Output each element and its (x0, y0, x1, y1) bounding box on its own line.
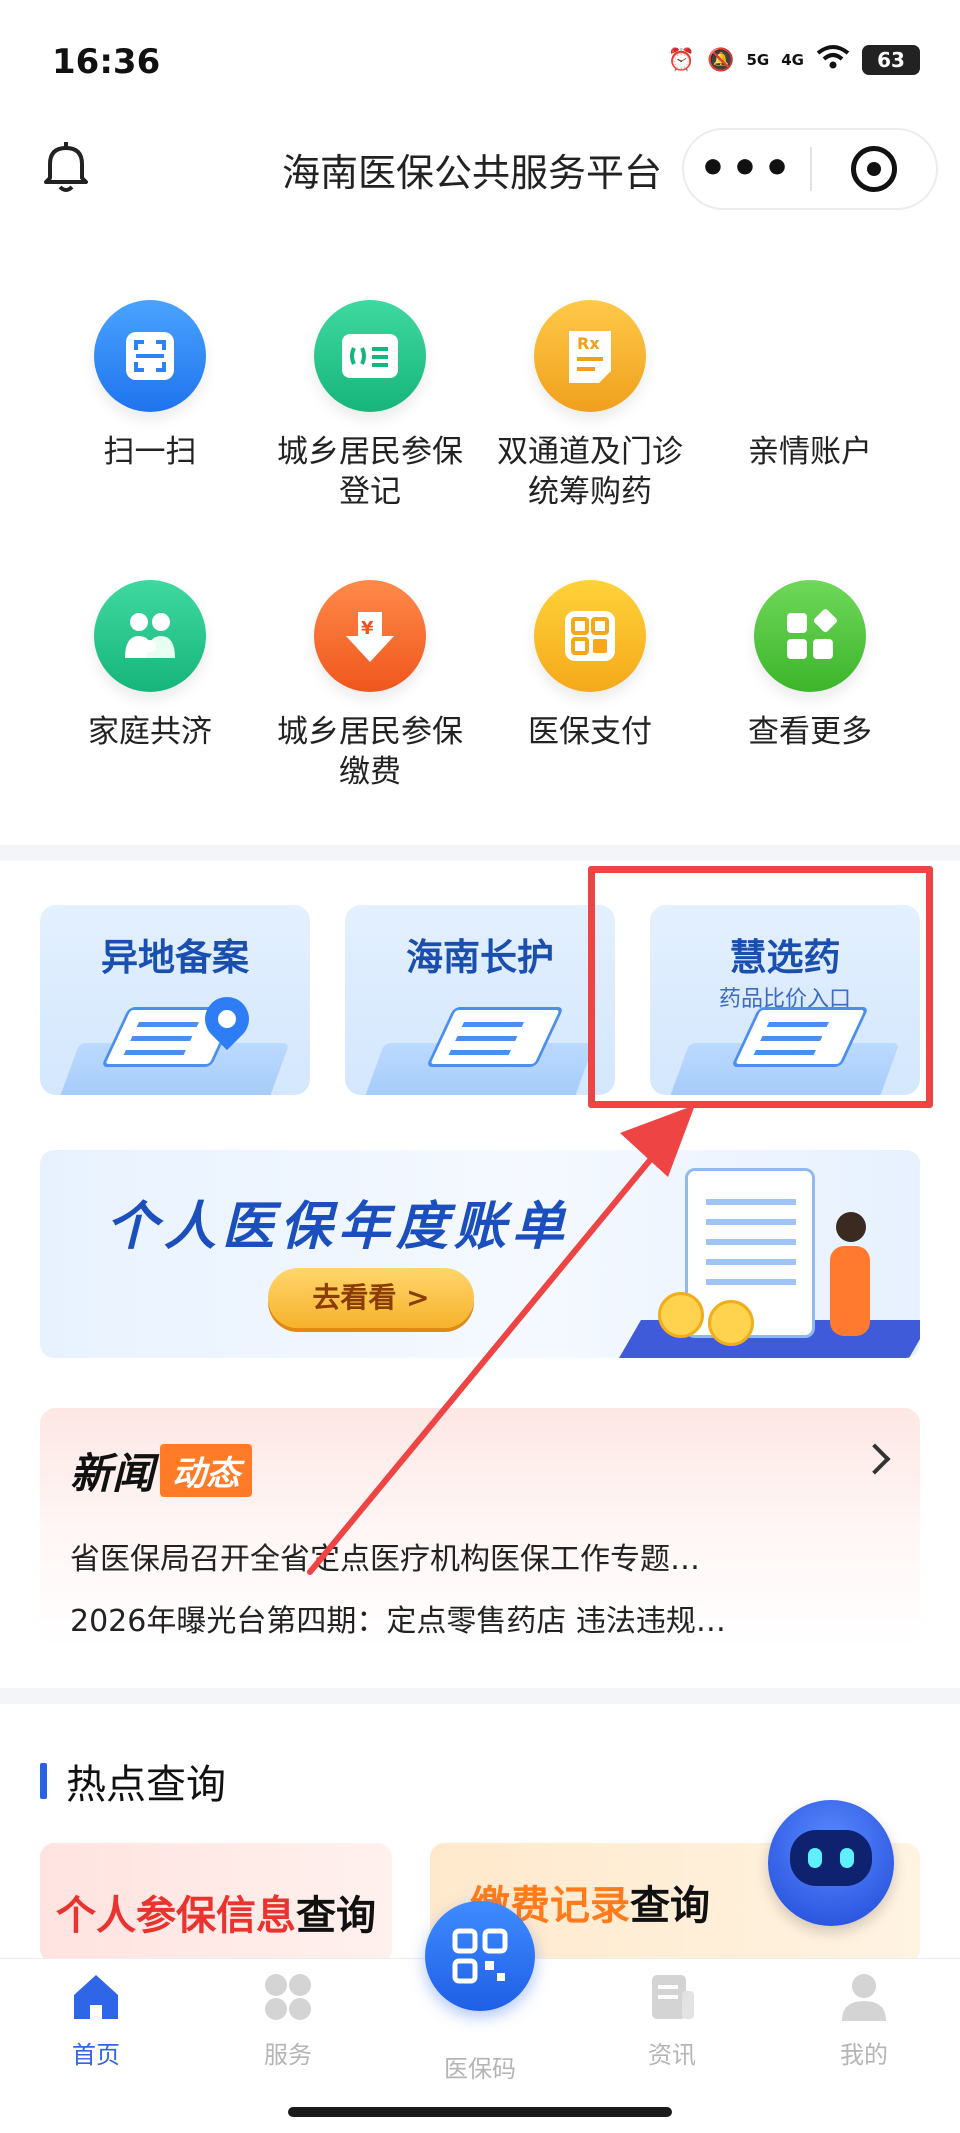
status-icons: ⏰ 🔕 5G 4G 63 (668, 44, 920, 76)
qr-code-icon (452, 1928, 508, 1984)
news-item[interactable]: 2026年曝光台第四期：定点零售药店 违法违规… (70, 1596, 870, 1640)
grid-label-family-mutual-aid: 家庭共济 (88, 714, 212, 750)
grid-label-resident-payment: 城乡居民参保缴费 (277, 714, 463, 790)
services-icon (265, 1974, 311, 2020)
registration-card-icon (314, 300, 426, 412)
coin-icon (658, 1292, 704, 1338)
tab-services[interactable]: 服务 (218, 1971, 358, 2070)
grid-label-medical-pay: 医保支付 (528, 714, 652, 750)
personal-insurance-query-card[interactable]: 个人参保信息查询 (40, 1843, 392, 1963)
grid-item-scan[interactable]: 扫一扫 (40, 300, 260, 580)
grid-item-family-account[interactable]: 亲情账户 (700, 300, 920, 580)
signal-4g-icon: 4G (781, 51, 804, 69)
notification-bell-icon[interactable] (40, 138, 92, 196)
grid-item-family-mutual-aid[interactable]: 家庭共济 (40, 580, 260, 860)
status-bar: 16:36 ⏰ 🔕 5G 4G 63 (0, 0, 960, 120)
grid-item-resident-payment[interactable]: ¥ 城乡居民参保缴费 (260, 580, 480, 860)
svg-text:¥: ¥ (361, 618, 374, 639)
tab-label-qr: 医保码 (444, 2055, 516, 2083)
news-icon (652, 1975, 694, 2019)
grid-label-dual-channel-drugs: 双通道及门诊统筹购药 (497, 434, 683, 510)
more-menu-icon[interactable]: ••• (684, 147, 810, 191)
card-remote-filing[interactable]: 异地备案 (40, 905, 310, 1095)
coin-icon (708, 1300, 754, 1346)
grid-row-2: 家庭共济 ¥ 城乡居民参保缴费 医保支付 查看更多 (40, 580, 920, 860)
target-icon (850, 146, 897, 192)
news-logo-part-a: 新闻 (70, 1449, 155, 1498)
banner-go-button[interactable]: 去看看 > (268, 1268, 474, 1328)
card-title-remote-filing: 异地备案 (101, 936, 249, 979)
qr-pay-icon (534, 580, 646, 692)
close-miniprogram-button[interactable] (812, 146, 936, 192)
news-logo: 新闻 动态 (70, 1440, 253, 1501)
user-icon (842, 1974, 886, 2021)
hot-query-title: 热点查询 (66, 1762, 226, 1808)
family-account-icon (754, 300, 866, 412)
scan-icon (94, 300, 206, 412)
prescription-icon: Rx (534, 300, 646, 412)
news-logo-part-b: 动态 (160, 1444, 253, 1497)
news-item[interactable]: 省医保局召开全省定点医疗机构医保工作专题… (70, 1534, 870, 1578)
grid-label-view-more: 查看更多 (748, 714, 872, 750)
grid-label-resident-registration: 城乡居民参保登记 (277, 434, 463, 510)
page-title: 海南医保公共服务平台 (282, 151, 663, 195)
function-grid: 扫一扫 城乡居民参保登记 Rx 双通道及门诊统筹购药 亲情账户 家庭共济 ¥ 城… (40, 300, 920, 860)
section-divider (0, 845, 960, 861)
tab-label-mine: 我的 (840, 2041, 888, 2069)
grid-item-medical-pay[interactable]: 医保支付 (480, 580, 700, 860)
annual-bill-banner[interactable]: 个人医保年度账单 去看看 > (40, 1150, 920, 1358)
query-tail: 查询 (296, 1893, 376, 1939)
query-tail: 查询 (630, 1883, 710, 1929)
card-hainan-long-term-care[interactable]: 海南长护 (345, 905, 615, 1095)
svg-text:Rx: Rx (577, 334, 600, 353)
alarm-icon: ⏰ (667, 47, 696, 73)
wifi-icon (816, 44, 850, 76)
mute-icon: 🔕 (707, 47, 735, 73)
grid-item-dual-channel-drugs[interactable]: Rx 双通道及门诊统筹购药 (480, 300, 700, 580)
robot-face (790, 1830, 872, 1886)
tab-home[interactable]: 首页 (26, 1971, 166, 2070)
grid-label-scan: 扫一扫 (103, 434, 197, 470)
grid-label-family-account: 亲情账户 (748, 434, 872, 470)
section-divider (0, 1688, 960, 1704)
battery-icon: 63 (862, 45, 920, 75)
card-title-long-term-care: 海南长护 (406, 936, 554, 979)
annotation-highlight-box (588, 866, 933, 1108)
tab-mine[interactable]: 我的 (794, 1971, 934, 2070)
home-icon (74, 1975, 118, 2019)
status-time: 16:36 (52, 42, 161, 82)
home-indicator (288, 2107, 672, 2117)
ai-assistant-robot-icon[interactable] (768, 1800, 894, 1926)
grid-item-view-more[interactable]: 查看更多 (700, 580, 920, 860)
tab-label-services: 服务 (264, 2041, 312, 2069)
more-apps-icon (754, 580, 866, 692)
section-accent-bar (40, 1763, 47, 1799)
query-card-label: 个人参保信息查询 (56, 1883, 376, 1941)
query-highlight: 个人参保信息 (56, 1893, 296, 1939)
banner-title: 个人医保年度账单 (106, 1197, 571, 1257)
app-header: 海南医保公共服务平台 ••• (0, 120, 960, 230)
tab-news[interactable]: 资讯 (602, 1971, 742, 2070)
news-section[interactable]: 新闻 动态 省医保局召开全省定点医疗机构医保工作专题… 2026年曝光台第四期：… (40, 1408, 920, 1648)
grid-row-1: 扫一扫 城乡居民参保登记 Rx 双通道及门诊统筹购药 亲情账户 (40, 300, 920, 580)
tab-label-news: 资讯 (648, 2041, 696, 2069)
tab-label-home: 首页 (72, 2041, 120, 2069)
miniprogram-capsule: ••• (682, 128, 938, 210)
medical-insurance-qr-button[interactable] (425, 1901, 535, 2011)
person-illustration-icon (830, 1212, 870, 1336)
payment-icon: ¥ (314, 580, 426, 692)
signal-5g-icon: 5G (746, 51, 770, 69)
grid-item-resident-registration[interactable]: 城乡居民参保登记 (260, 300, 480, 580)
family-icon (94, 580, 206, 692)
chevron-right-icon[interactable] (859, 1443, 891, 1475)
